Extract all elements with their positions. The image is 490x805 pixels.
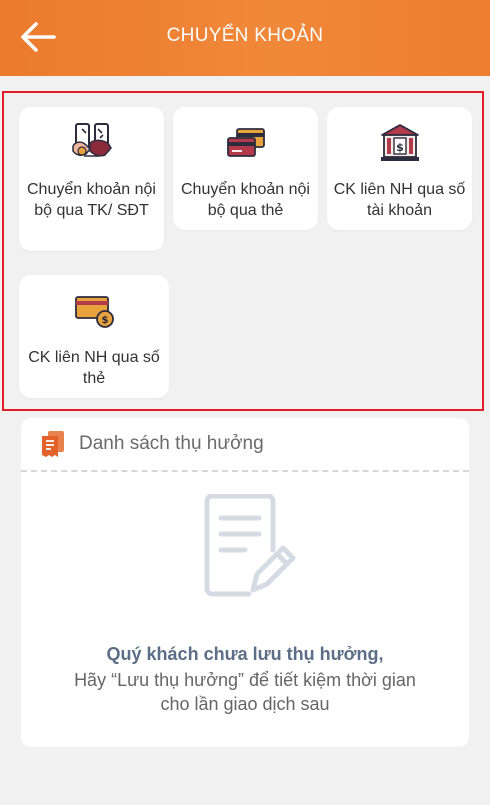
receipt-list-icon [40, 430, 66, 458]
svg-text:$: $ [396, 141, 404, 154]
service-label: Chuyển khoản nội bộ qua thẻ [181, 181, 310, 219]
service-interbank-card[interactable]: $ CK liên NH qua số thẻ [19, 275, 169, 398]
beneficiary-list-header[interactable]: Danh sách thụ hưởng [21, 418, 469, 470]
beneficiary-list-title: Danh sách thụ hưởng [79, 433, 264, 454]
empty-state-line: Hãy “Lưu thụ hưởng” để tiết kiệm thời gi… [74, 670, 416, 690]
empty-state-title: Quý khách chưa lưu thụ hưởng, [106, 644, 384, 664]
card-coin-icon: $ [72, 289, 116, 333]
empty-state-line: cho lần giao dịch sau [160, 694, 330, 714]
service-label: CK liên NH qua số tài khoản [333, 181, 466, 219]
transfer-services-grid: Chuyển khoản nội bộ qua TK/ SĐT Chuyển k… [2, 91, 484, 411]
service-interbank-account[interactable]: $ CK liên NH qua số tài khoản [327, 107, 472, 230]
app-header: CHUYỂN KHOẢN [0, 0, 490, 76]
service-label: CK liên NH qua số thẻ [28, 349, 160, 387]
cards-icon [224, 121, 268, 165]
svg-text:$: $ [102, 315, 109, 326]
empty-state-description: Hãy “Lưu thụ hưởng” để tiết kiệm thời gi… [31, 668, 459, 716]
page-title: CHUYỂN KHOẢN [166, 25, 324, 46]
beneficiary-list-card: Danh sách thụ hưởng Quý khách chưa lưu t… [21, 418, 469, 747]
service-label: Chuyển khoản nội bộ qua TK/ SĐT [27, 181, 156, 219]
service-internal-card[interactable]: Chuyển khoản nội bộ qua thẻ [173, 107, 318, 230]
service-internal-account-phone[interactable]: Chuyển khoản nội bộ qua TK/ SĐT [19, 107, 164, 251]
document-edit-icon [197, 493, 297, 602]
phone-transfer-icon [70, 121, 114, 165]
divider [21, 470, 469, 472]
bank-icon: $ [378, 121, 422, 165]
